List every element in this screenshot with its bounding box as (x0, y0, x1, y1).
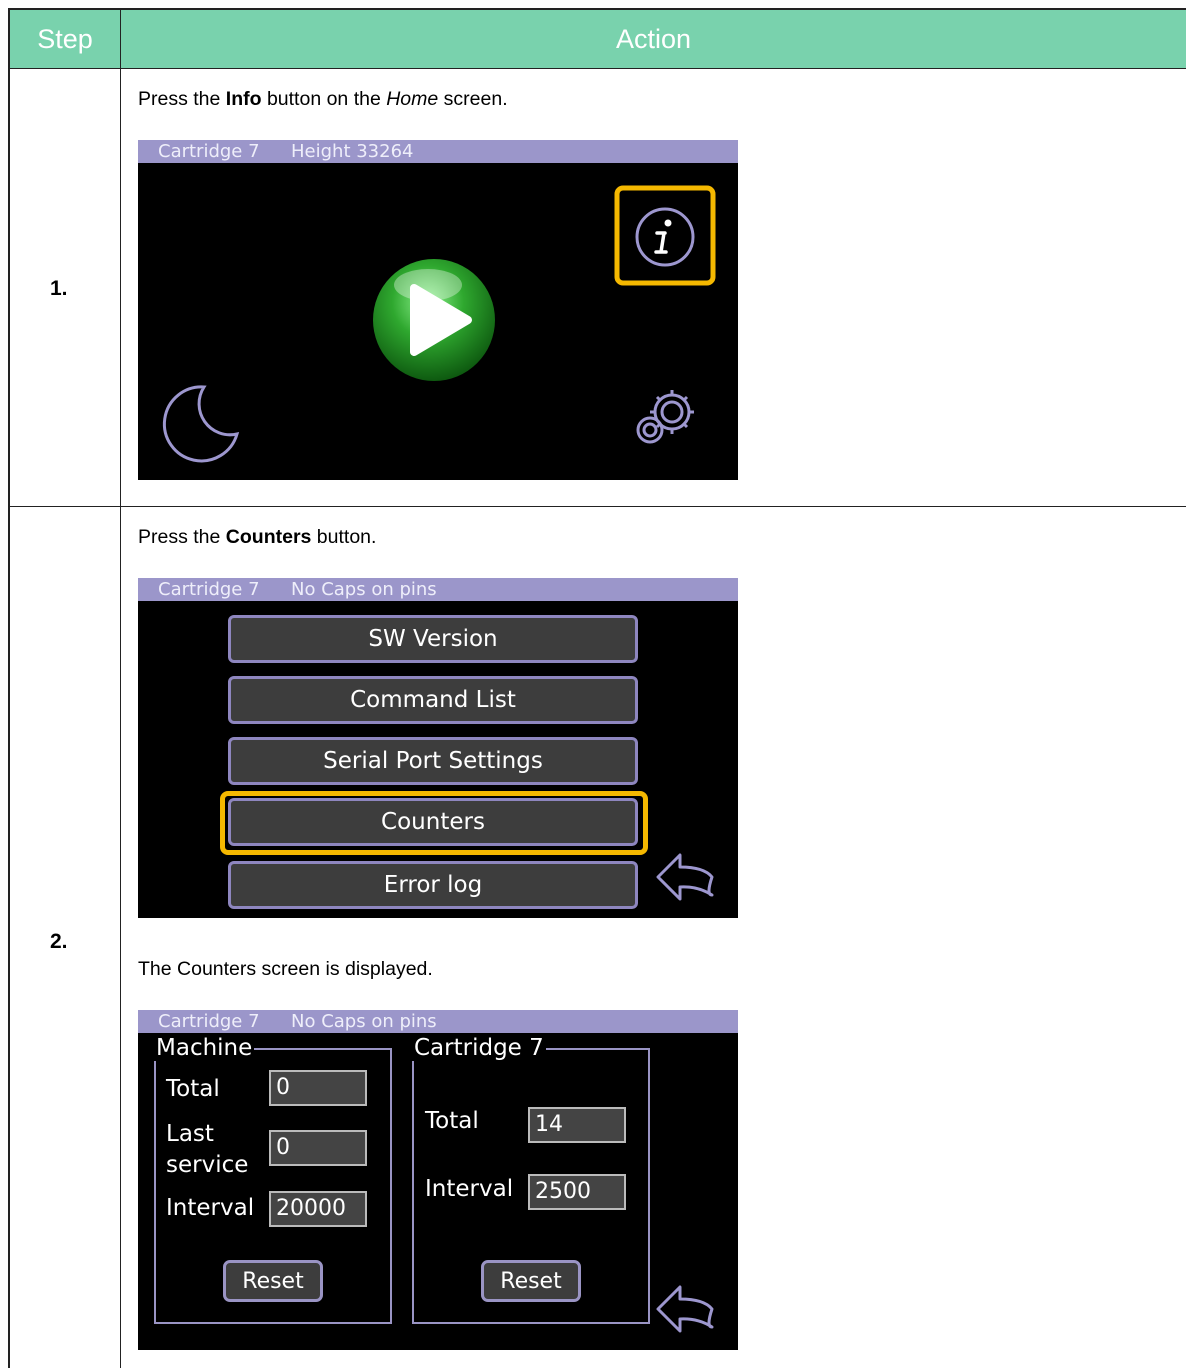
machine-reset-button[interactable]: Reset (223, 1260, 323, 1302)
cartridge-group-title: Cartridge 7 (412, 1035, 546, 1061)
cartridge-reset-button[interactable]: Reset (481, 1260, 581, 1302)
cartridge-interval-field[interactable]: 2500 (528, 1174, 626, 1210)
info-label: Info (225, 88, 262, 110)
column-divider (120, 68, 121, 1368)
result-text: The Counters screen is displayed. (138, 958, 433, 980)
machine-last-label-1: Last (166, 1121, 214, 1147)
table-header: Step Action (10, 10, 1186, 69)
cartridge-total-label: Total (425, 1108, 479, 1134)
info-menu-screen: Cartridge 7 No Caps on pins SW Version C… (138, 578, 738, 918)
step-number-1: 1. (50, 277, 68, 300)
header-step: Step (10, 10, 121, 68)
sw-version-button[interactable]: SW Version (228, 615, 638, 663)
info-icon[interactable] (635, 207, 695, 267)
machine-interval-field[interactable]: 20000 (269, 1191, 367, 1227)
cartridge-total-field[interactable]: 14 (528, 1107, 626, 1143)
machine-total-label: Total (166, 1076, 220, 1102)
serial-port-settings-button[interactable]: Serial Port Settings (228, 737, 638, 785)
back-arrow-icon[interactable] (654, 850, 718, 902)
gears-icon[interactable] (636, 390, 694, 444)
row-divider (10, 506, 1186, 507)
status-bar: Cartridge 7 No Caps on pins (138, 1010, 738, 1033)
machine-last-label-2: service (166, 1152, 249, 1178)
error-log-button[interactable]: Error log (228, 861, 638, 909)
command-list-button[interactable]: Command List (228, 676, 638, 724)
play-icon[interactable] (373, 259, 495, 381)
step-1-instruction: Press the Info button on the Home screen… (138, 88, 508, 110)
counters-screen: Cartridge 7 No Caps on pins Machine Tota… (138, 1010, 738, 1350)
status-caps: No Caps on pins (291, 1011, 437, 1032)
status-cartridge: Cartridge 7 (158, 1011, 260, 1032)
machine-group-title: Machine (154, 1035, 255, 1061)
status-cartridge: Cartridge 7 (158, 579, 260, 600)
machine-total-field[interactable]: 0 (269, 1070, 367, 1106)
procedure-table: Step Action 1. Press the Info button on … (8, 8, 1186, 1368)
cartridge-interval-label: Interval (425, 1176, 514, 1202)
counters-label: Counters (225, 526, 312, 548)
machine-interval-label: Interval (166, 1195, 255, 1221)
step-number-2: 2. (50, 930, 68, 953)
back-arrow-icon[interactable] (654, 1282, 718, 1334)
machine-last-service-field[interactable]: 0 (269, 1130, 367, 1166)
home-screen-graphics (162, 185, 716, 463)
counters-highlight (220, 791, 648, 855)
moon-icon[interactable] (162, 385, 240, 463)
header-action: Action (615, 23, 692, 54)
step-2-instruction: Press the Counters button. (138, 526, 377, 548)
home-screen: Cartridge 7 Height 33264 (138, 140, 738, 480)
home-label: Home (386, 88, 439, 110)
status-bar: Cartridge 7 No Caps on pins (138, 578, 738, 601)
status-caps: No Caps on pins (291, 579, 437, 600)
